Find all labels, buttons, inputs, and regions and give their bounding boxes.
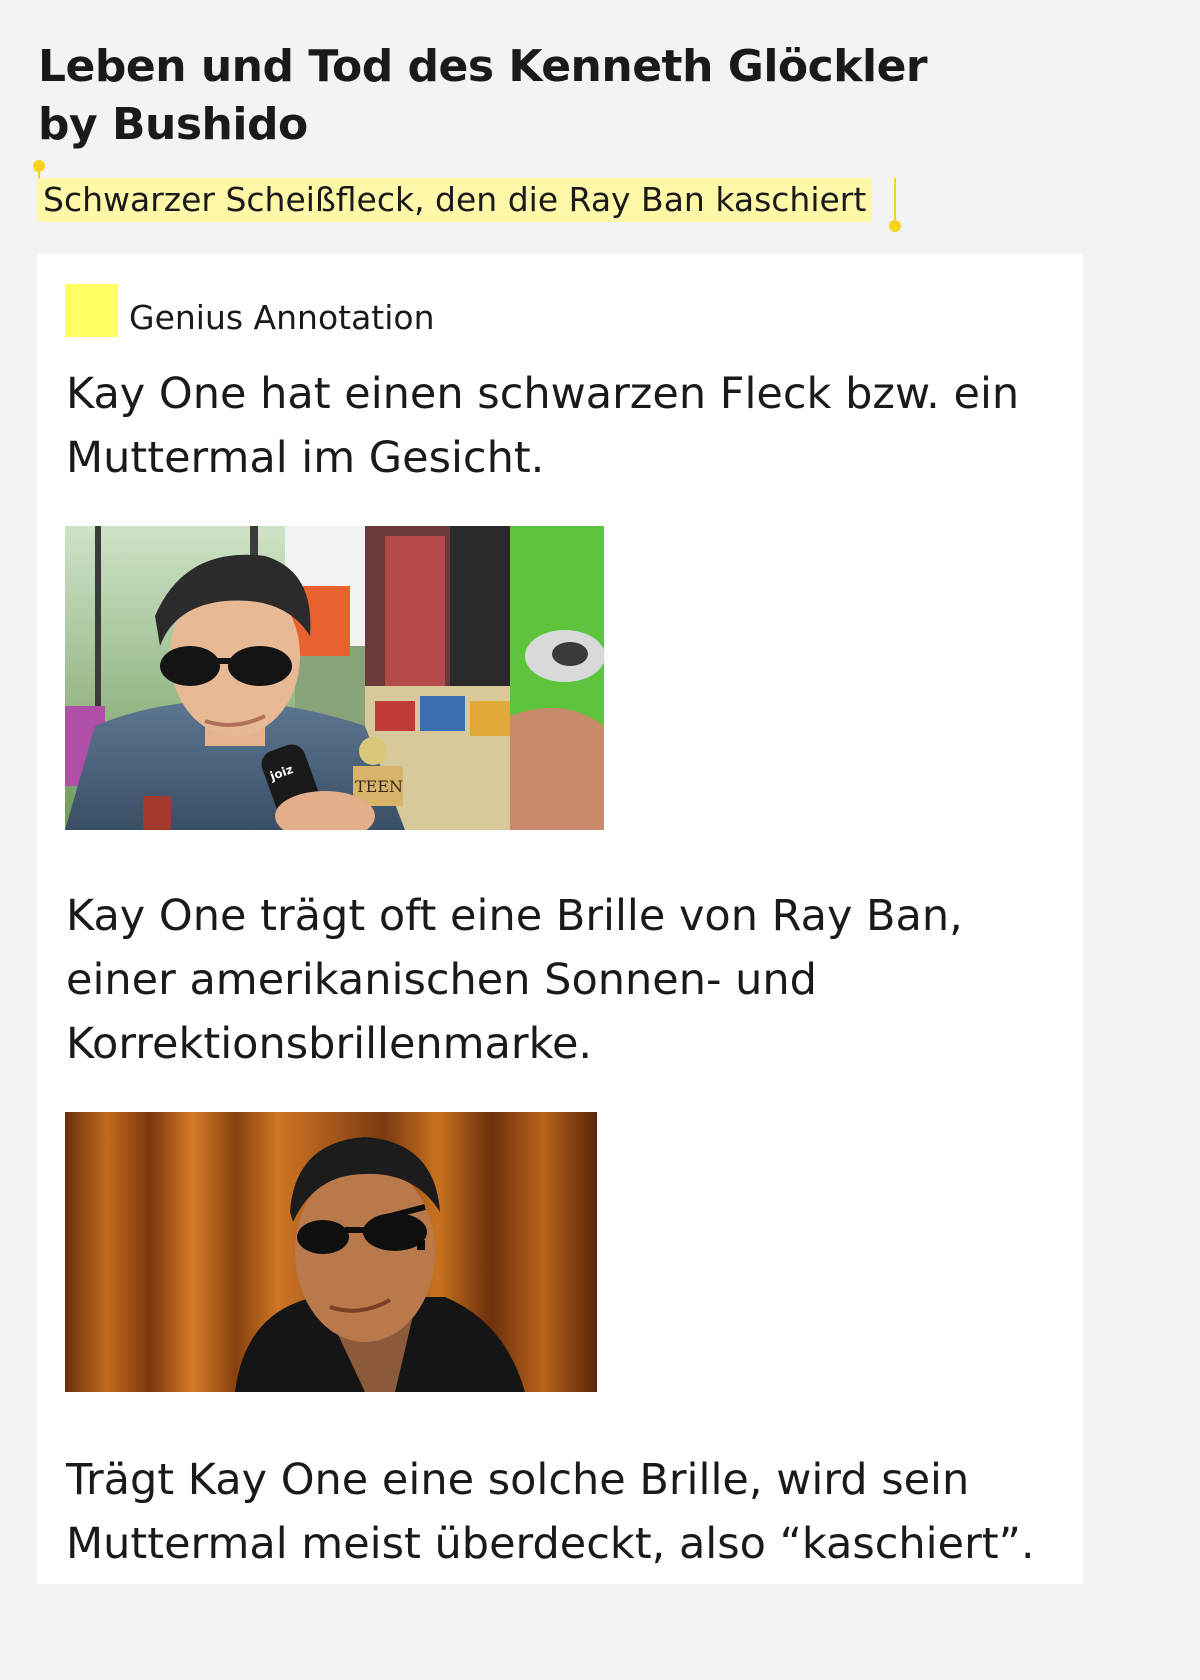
selection-handle-end[interactable]	[889, 178, 901, 232]
song-artist-line: by Bushido	[38, 99, 308, 150]
jacket-patch-text: TEEN	[355, 777, 403, 796]
annotation-line: Trägt Kay One eine solche Brille, wird s…	[66, 1455, 970, 1505]
annotation-paragraph: Kay One hat einen schwarzen Fleck bzw. e…	[66, 362, 1056, 490]
annotation-paragraph: Trägt Kay One eine solche Brille, wird s…	[66, 1448, 1056, 1576]
genius-logo-icon	[65, 284, 118, 337]
annotation-line: Kay One hat einen schwarzen Fleck bzw. e…	[66, 369, 1020, 419]
song-title: Leben und Tod des Kenneth Glöckler by Bu…	[38, 38, 928, 154]
annotation-line: Muttermal meist überdeckt, also “kaschie…	[66, 1519, 1035, 1569]
annotation-paragraph: Kay One trägt oft eine Brille von Ray Ba…	[66, 884, 1056, 1076]
annotation-line: Korrektionsbrillenmarke.	[66, 1019, 593, 1069]
annotation-line: Muttermal im Gesicht.	[66, 433, 545, 483]
highlighted-lyric[interactable]: Schwarzer Scheißfleck, den die Ray Ban k…	[37, 178, 873, 222]
annotation-line: Kay One trägt oft eine Brille von Ray Ba…	[66, 891, 963, 941]
annotation-label: Genius Annotation	[129, 298, 435, 337]
annotation-image-interview[interactable]: TEEN joiz	[65, 526, 604, 830]
annotation-image-portrait[interactable]	[65, 1112, 597, 1392]
annotation-line: einer amerikanischen Sonnen- und	[66, 955, 817, 1005]
annotation-card: Genius Annotation Kay One hat einen schw…	[37, 254, 1083, 1584]
song-title-line: Leben und Tod des Kenneth Glöckler	[38, 41, 928, 92]
